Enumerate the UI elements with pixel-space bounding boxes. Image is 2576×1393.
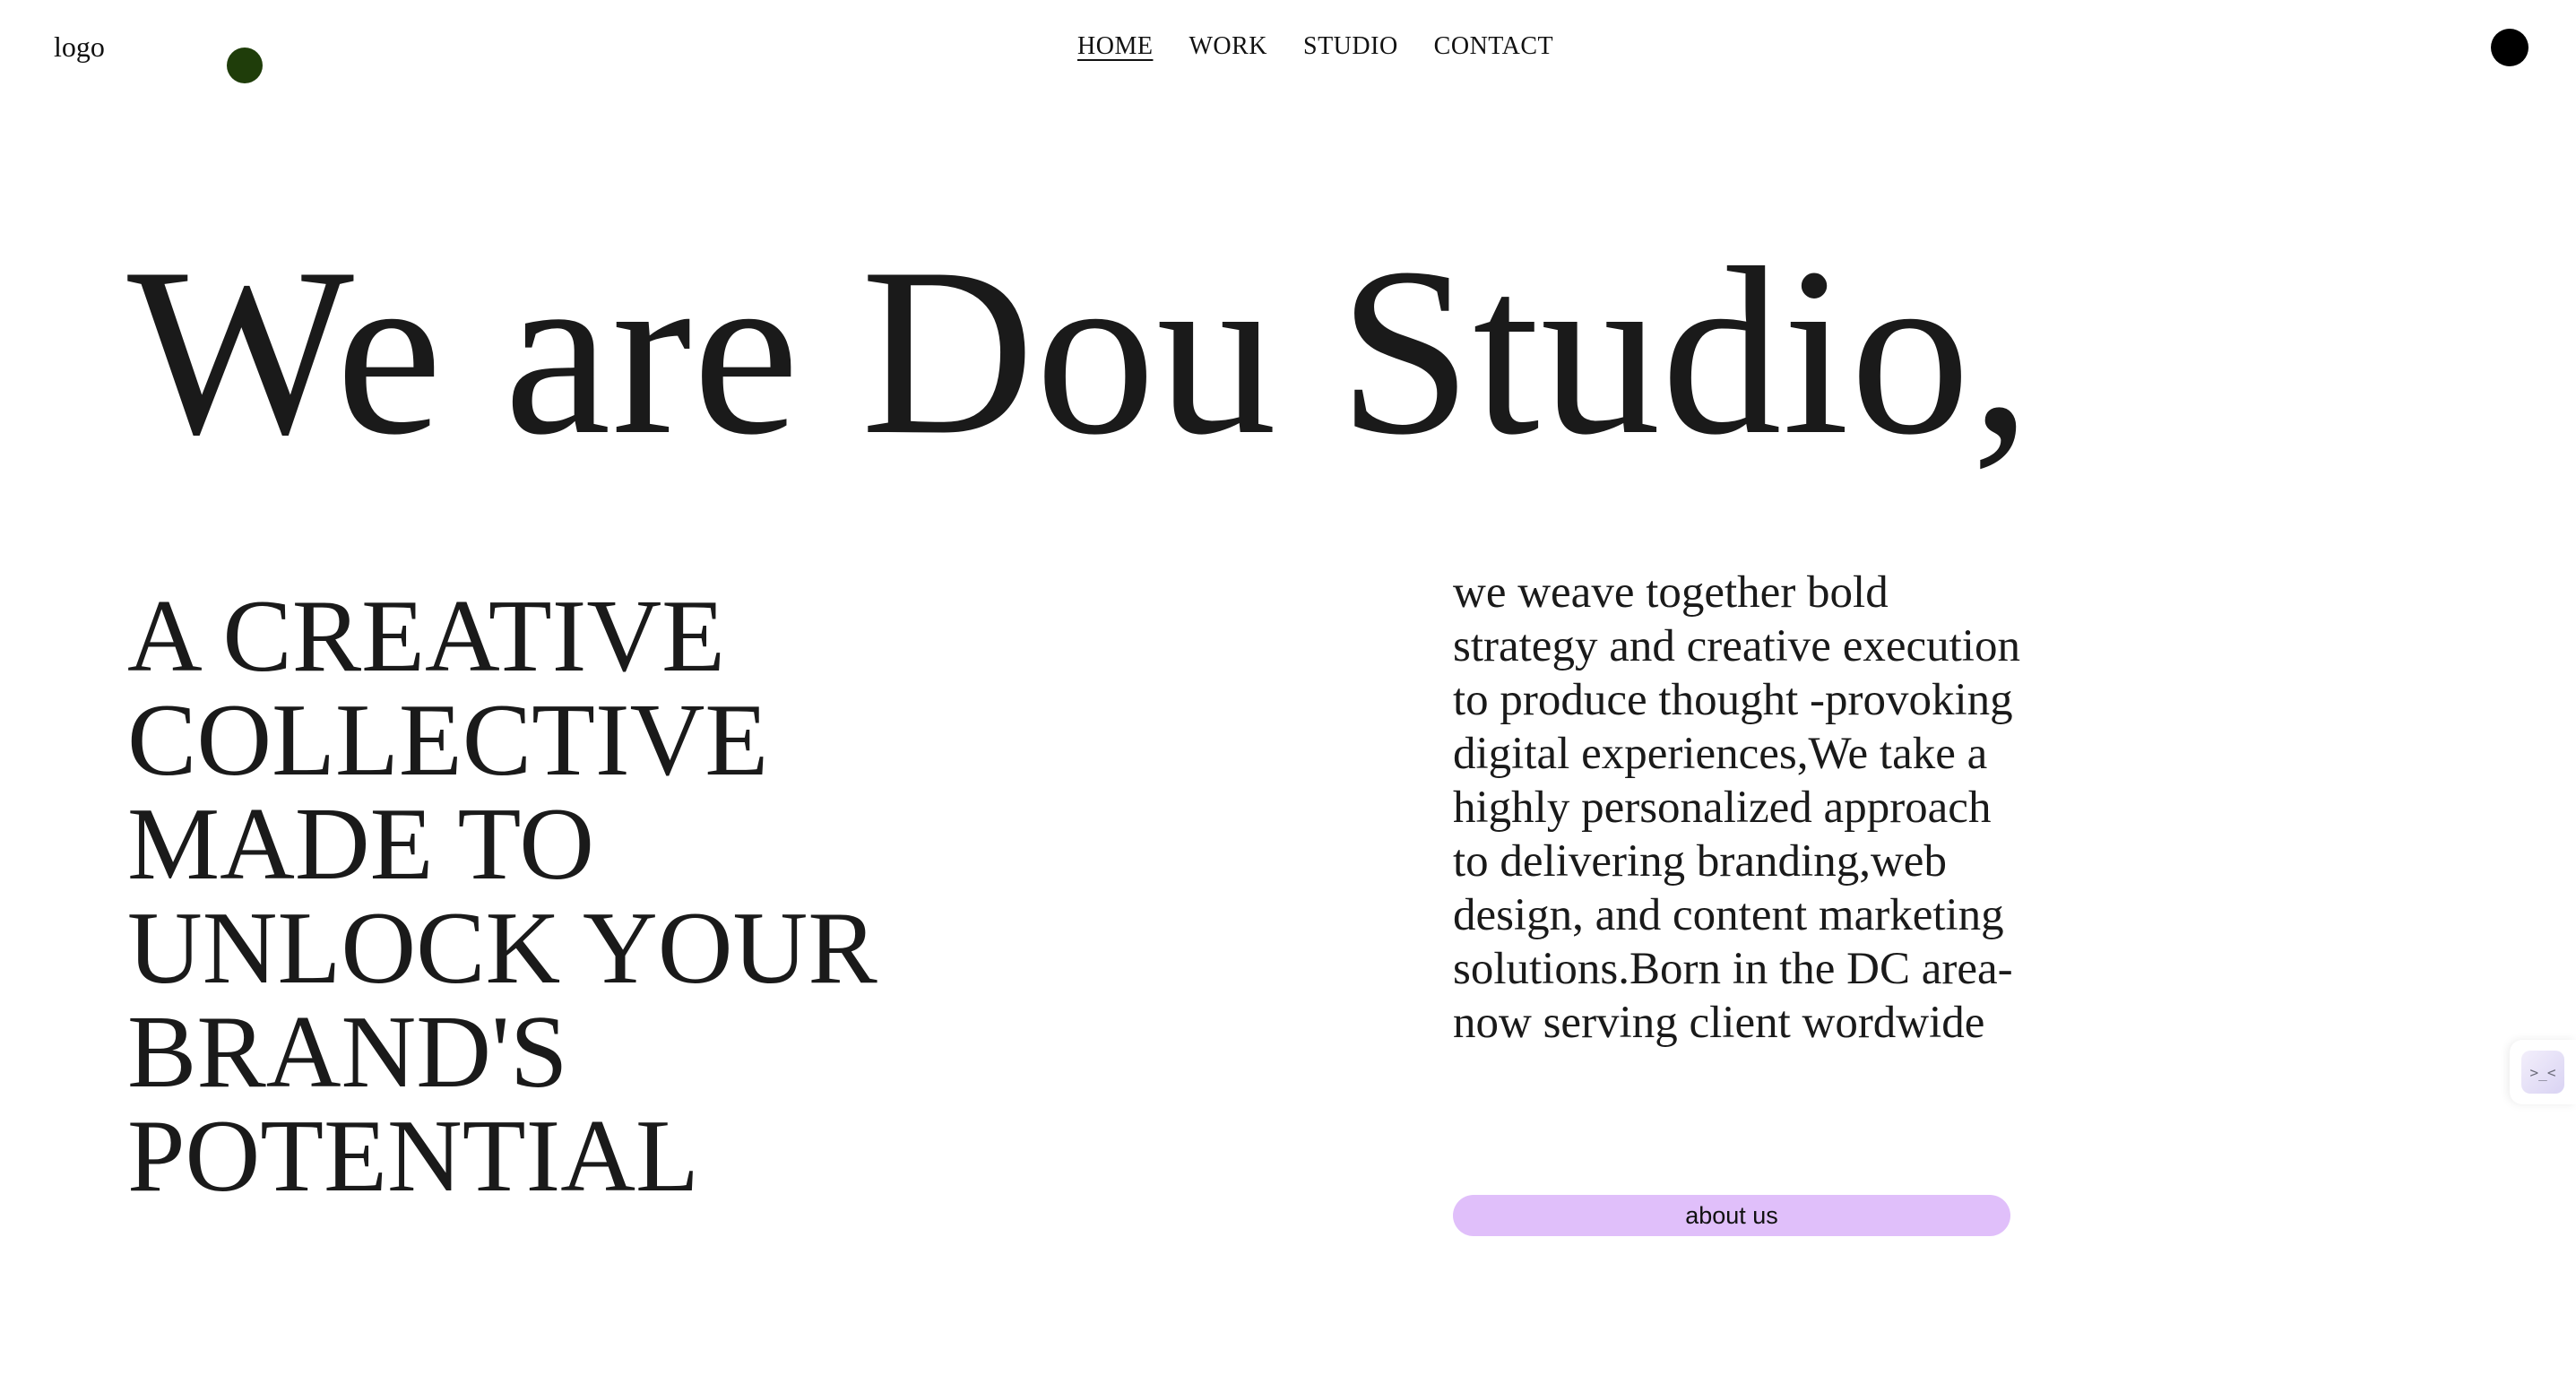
nav-contact[interactable]: CONTACT xyxy=(1434,29,1553,65)
main-nav: HOME WORK STUDIO CONTACT xyxy=(1077,29,1553,65)
side-widget-tab[interactable]: >_< xyxy=(2510,1040,2576,1104)
green-dot-icon xyxy=(227,48,263,83)
menu-dot-icon[interactable] xyxy=(2491,29,2528,66)
about-us-button[interactable]: about us xyxy=(1453,1195,2010,1236)
hero-title: We are Dou Studio, xyxy=(127,218,2033,484)
nav-home[interactable]: HOME xyxy=(1077,29,1153,65)
hero-tagline: A CREATIVE COLLECTIVE MADE TO UNLOCK YOU… xyxy=(127,579,877,1214)
nav-studio[interactable]: STUDIO xyxy=(1303,29,1398,65)
hero-description: we weave together bold strategy and crea… xyxy=(1453,567,2020,1048)
logo[interactable]: logo xyxy=(54,27,105,66)
nav-work[interactable]: WORK xyxy=(1189,29,1267,65)
code-face-icon: >_< xyxy=(2521,1051,2564,1094)
